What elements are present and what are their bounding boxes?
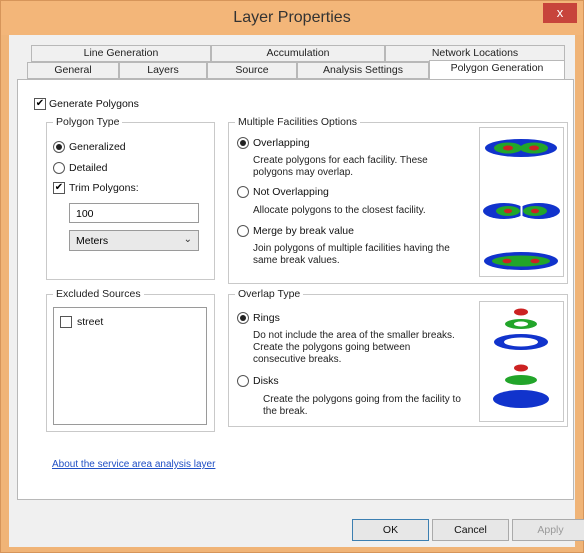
- not-overlapping-label: Not Overlapping: [253, 186, 329, 198]
- merge-desc-2: same break values.: [253, 255, 340, 266]
- about-service-area-link[interactable]: About the service area analysis layer: [52, 459, 215, 470]
- multiple-facilities-group: Multiple Facilities Options Overlapping …: [228, 116, 568, 284]
- trim-polygons-label: Trim Polygons:: [69, 182, 139, 194]
- rings-disks-diagram-icon: [493, 308, 549, 408]
- tab-line-generation[interactable]: Line Generation: [31, 45, 211, 62]
- generalized-radio[interactable]: [53, 141, 65, 153]
- not-overlapping-radio[interactable]: [237, 186, 249, 198]
- rings-desc-3: consecutive breaks.: [253, 354, 342, 365]
- overlapping-desc-2: polygons may overlap.: [253, 167, 354, 178]
- dialog-client-area: Line Generation Accumulation Network Loc…: [9, 35, 584, 547]
- tab-polygon-generation[interactable]: Polygon Generation: [429, 60, 565, 79]
- disks-radio[interactable]: [237, 375, 249, 387]
- units-value: Meters: [76, 235, 109, 247]
- excluded-sources-title: Excluded Sources: [53, 288, 144, 300]
- not-overlapping-desc: Allocate polygons to the closest facilit…: [253, 205, 426, 216]
- overlapping-label: Overlapping: [253, 137, 310, 149]
- window-title: Layer Properties: [233, 9, 351, 26]
- street-label: street: [77, 316, 104, 328]
- trim-polygons-checkbox[interactable]: ✔: [53, 182, 65, 194]
- overlap-type-illustration: [479, 301, 564, 422]
- generalized-label: Generalized: [69, 141, 126, 153]
- not-overlapping-figure: [483, 200, 560, 222]
- ok-button[interactable]: OK: [352, 519, 429, 541]
- generate-polygons-checkbox[interactable]: ✔: [34, 98, 46, 110]
- street-checkbox[interactable]: [60, 316, 72, 328]
- trim-distance-input[interactable]: 100: [69, 203, 199, 223]
- tab-accumulation[interactable]: Accumulation: [211, 45, 385, 62]
- disks-desc-2: the break.: [263, 406, 308, 417]
- tab-layers[interactable]: Layers: [119, 62, 207, 79]
- overlapping-radio[interactable]: [237, 137, 249, 149]
- multiple-facilities-title: Multiple Facilities Options: [235, 116, 361, 128]
- rings-label: Rings: [253, 312, 280, 324]
- rings-figure: [494, 308, 548, 350]
- close-button[interactable]: x: [543, 3, 577, 23]
- excluded-sources-group: Excluded Sources street: [46, 288, 215, 432]
- apply-button[interactable]: Apply: [512, 519, 584, 541]
- generate-polygons-label: Generate Polygons: [49, 98, 139, 110]
- tab-analysis-settings[interactable]: Analysis Settings: [297, 62, 429, 79]
- layer-properties-window: Layer Properties x Line Generation Accum…: [0, 0, 584, 553]
- tab-source[interactable]: Source: [207, 62, 297, 79]
- overlap-diagram-icon: [483, 139, 560, 270]
- chevron-down-icon: ⌄: [183, 234, 192, 245]
- facilities-illustration: [479, 127, 564, 277]
- units-dropdown[interactable]: Meters ⌄: [69, 230, 199, 251]
- merge-label: Merge by break value: [253, 225, 354, 237]
- title-bar[interactable]: Layer Properties x: [1, 1, 583, 35]
- excluded-sources-list[interactable]: street: [53, 307, 207, 425]
- merge-figure: [484, 252, 558, 270]
- overlapping-figure: [485, 139, 557, 157]
- rings-radio[interactable]: [237, 312, 249, 324]
- disks-figure: [493, 364, 549, 408]
- polygon-type-title: Polygon Type: [53, 116, 123, 128]
- tab-general[interactable]: General: [27, 62, 119, 79]
- disks-label: Disks: [253, 375, 279, 387]
- overlap-type-group: Overlap Type Rings Do not include the ar…: [228, 288, 568, 427]
- merge-radio[interactable]: [237, 225, 249, 237]
- detailed-label: Detailed: [69, 162, 108, 174]
- polygon-type-group: Polygon Type Generalized Detailed ✔ Trim…: [46, 116, 215, 280]
- overlap-type-title: Overlap Type: [235, 288, 304, 300]
- cancel-button[interactable]: Cancel: [432, 519, 509, 541]
- detailed-radio[interactable]: [53, 162, 65, 174]
- polygon-generation-panel: ✔ Generate Polygons Polygon Type General…: [17, 79, 574, 500]
